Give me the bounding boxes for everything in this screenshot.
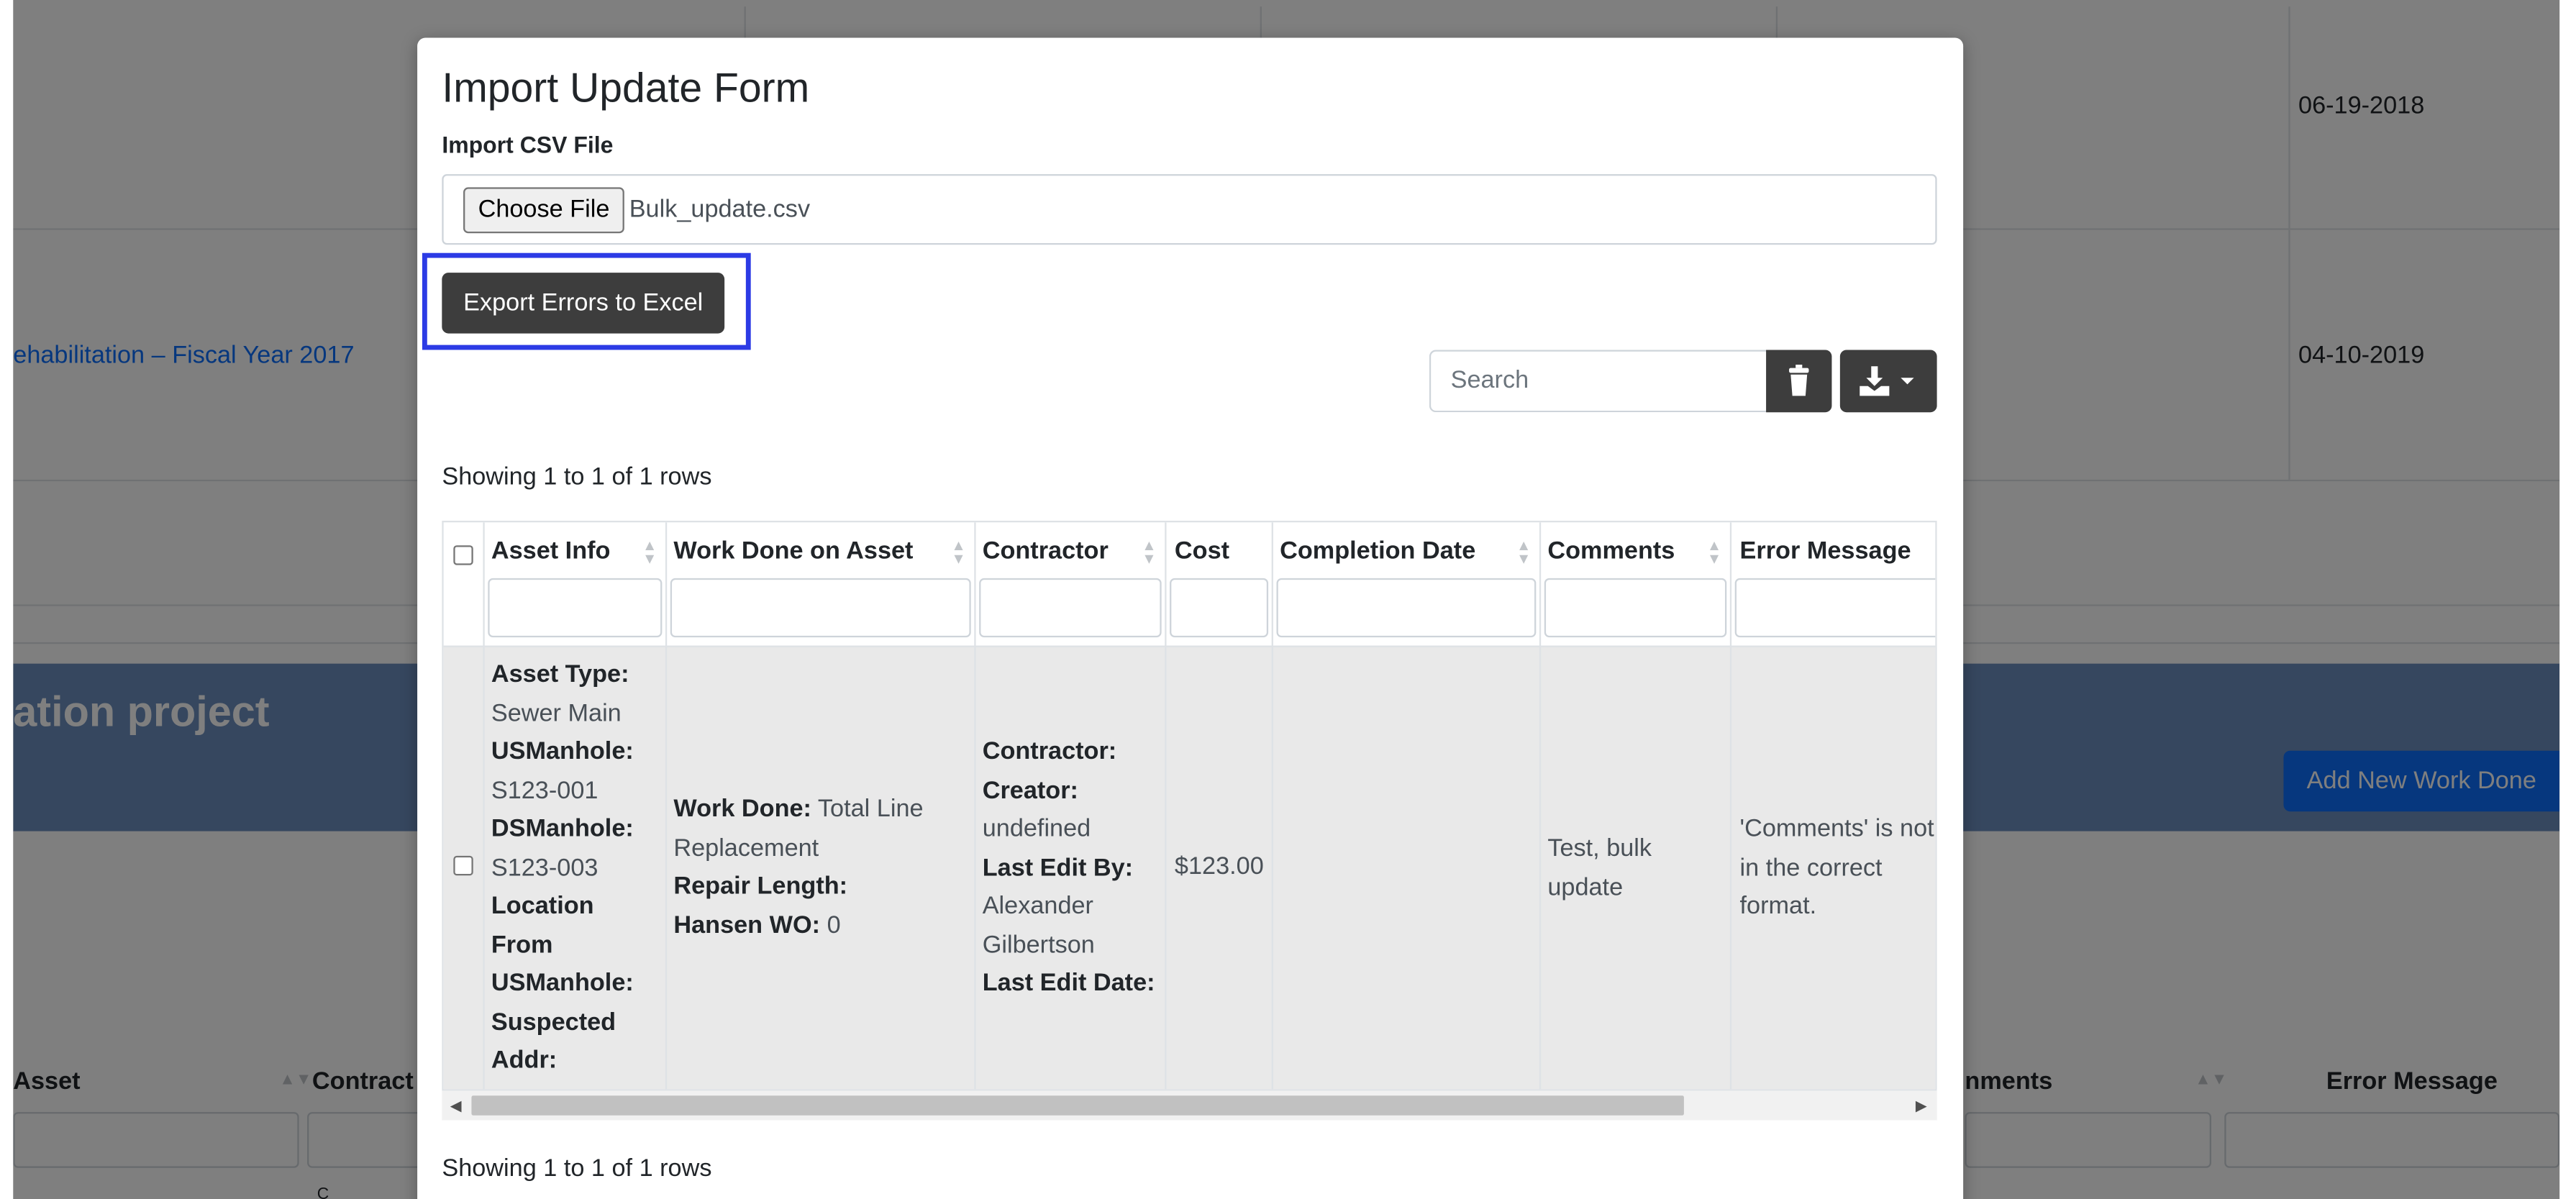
download-icon: [1860, 366, 1914, 396]
file-input[interactable]: Choose File Bulk_update.csv: [442, 174, 1937, 245]
scroll-left-icon[interactable]: ◀: [450, 1098, 462, 1116]
selected-file-name: Bulk_update.csv: [629, 195, 811, 224]
column-header-completion-date[interactable]: Completion Date: [1280, 537, 1475, 565]
column-header-error-message[interactable]: Error Message: [1740, 537, 1911, 565]
import-results-table: Asset Info ▲ ▼ Work Done on Asset ▲ ▼ Cont…: [442, 520, 1937, 1091]
scroll-right-icon[interactable]: ▶: [1916, 1098, 1927, 1116]
import-update-modal: Import Update Form Import CSV File Choos…: [417, 37, 1964, 1199]
modal-title: Import Update Form: [442, 65, 810, 112]
filter-asset-info[interactable]: [488, 578, 663, 638]
sort-icon: ▲▼: [1516, 537, 1532, 567]
cell-cost: $123.00: [1174, 852, 1264, 881]
column-header-asset-info[interactable]: Asset Info: [491, 537, 611, 565]
filter-work-done[interactable]: [670, 578, 971, 638]
page-margin: [0, 0, 14, 1199]
horizontal-scrollbar[interactable]: ◀ ▶: [442, 1090, 1937, 1121]
filter-contractor[interactable]: [979, 578, 1162, 638]
filter-comments[interactable]: [1544, 578, 1727, 638]
column-header-comments[interactable]: Comments: [1547, 537, 1675, 565]
cell-contractor: Contractor: Creator: undefined Last Edit…: [982, 737, 1155, 998]
column-header-cost[interactable]: Cost: [1175, 537, 1229, 565]
pagination-info: Showing 1 to 1 of 1 rows: [442, 463, 712, 491]
filter-cost[interactable]: [1170, 578, 1269, 638]
column-header-work-done[interactable]: Work Done on Asset: [673, 537, 913, 565]
trash-icon: [1789, 365, 1809, 396]
clear-search-button[interactable]: [1766, 350, 1832, 413]
cell-comments: Test, bulk update: [1547, 834, 1652, 901]
filter-completion-date[interactable]: [1276, 578, 1537, 638]
export-errors-button[interactable]: Export Errors to Excel: [442, 273, 725, 334]
sort-icon: ▲▼: [1142, 537, 1157, 567]
select-all-checkbox[interactable]: [453, 545, 473, 565]
column-header-contractor[interactable]: Contractor: [983, 537, 1109, 565]
cell-work-done: Work Done: Total Line Replacement Repair…: [673, 795, 924, 939]
export-dropdown-button[interactable]: [1839, 350, 1937, 413]
table-row[interactable]: Asset Type: Sewer Main USManhole: S123-0…: [443, 645, 1936, 1090]
sort-icon: ▲▼: [1706, 537, 1722, 567]
row-checkbox[interactable]: [453, 855, 473, 876]
filter-error-message[interactable]: [1734, 578, 1936, 638]
import-csv-label: Import CSV File: [442, 131, 614, 158]
search-input[interactable]: Search: [1429, 350, 1768, 413]
page-margin: [2559, 0, 2576, 1199]
pagination-info-bottom: Showing 1 to 1 of 1 rows: [442, 1154, 712, 1183]
scrollbar-thumb[interactable]: [471, 1095, 1684, 1116]
choose-file-button[interactable]: Choose File: [463, 187, 624, 234]
cell-error-message: 'Comments' is not in the correct format.: [1739, 814, 1934, 920]
cell-asset-info: Asset Type: Sewer Main USManhole: S123-0…: [491, 660, 634, 1075]
sort-icon: ▲▼: [951, 537, 966, 567]
sort-icon: ▲▼: [642, 537, 657, 567]
